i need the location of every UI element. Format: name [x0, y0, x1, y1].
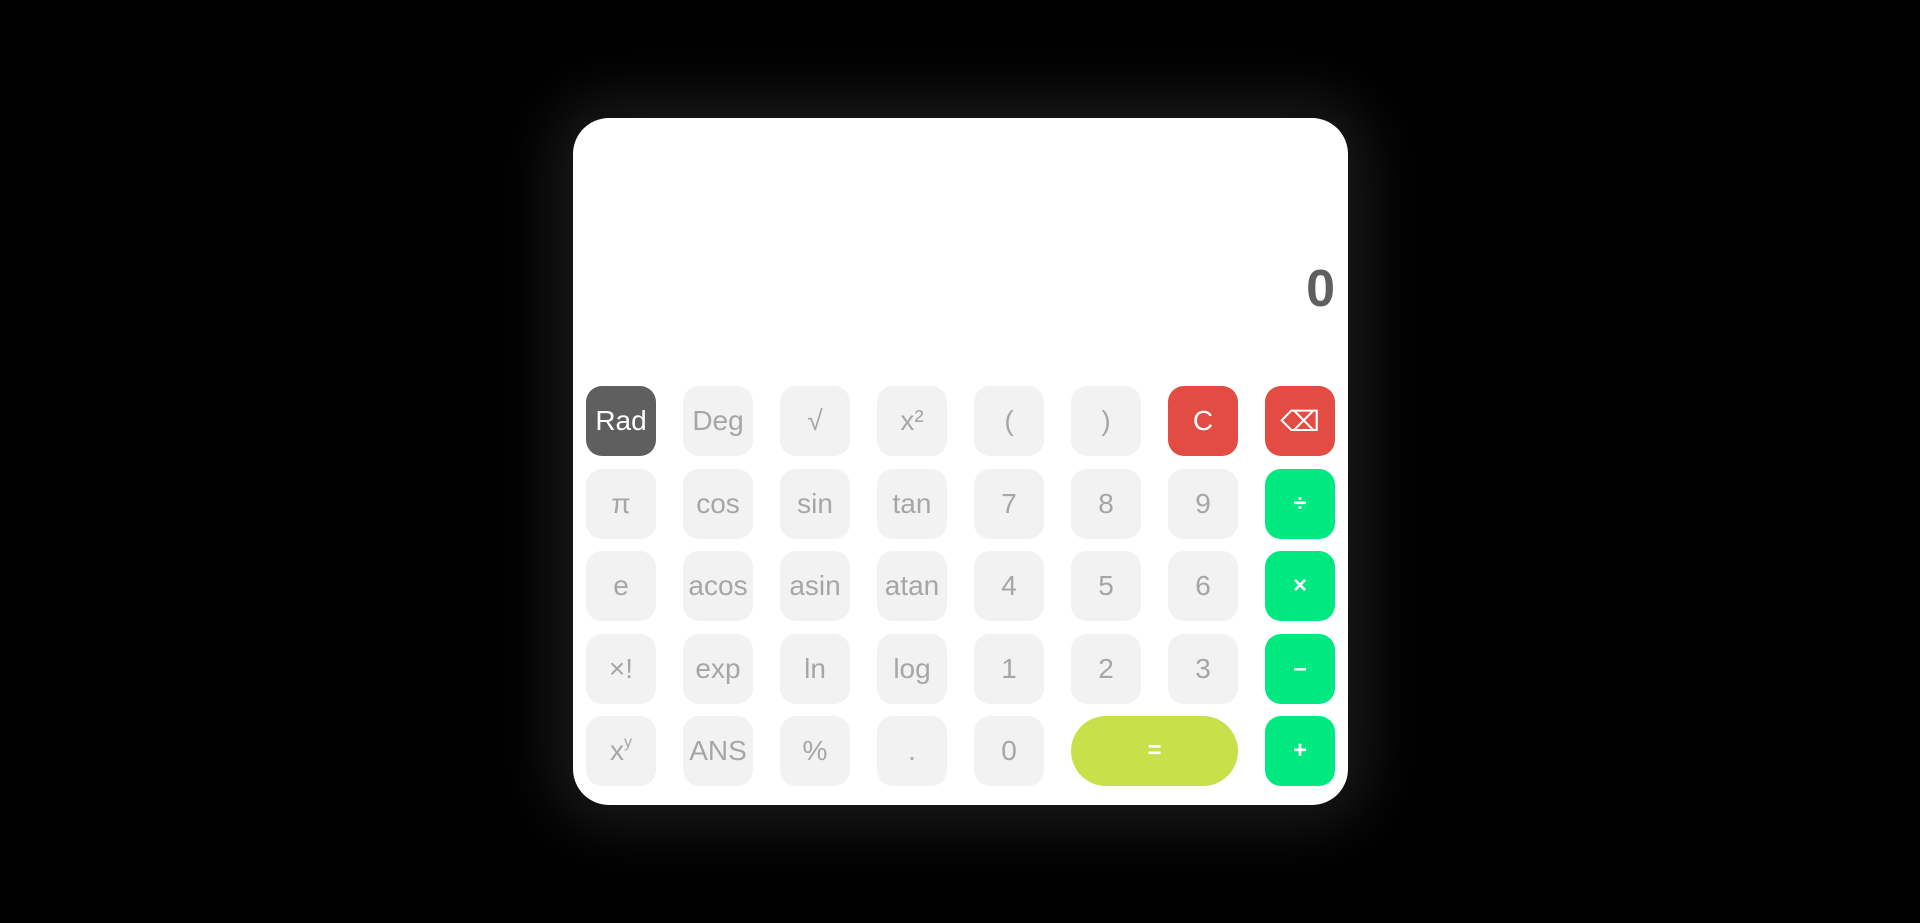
cos-button[interactable]: cos — [683, 468, 753, 539]
deg-button[interactable]: Deg — [683, 386, 753, 456]
calculator: 0 Rad Deg √ x² ( ) C ⌫ π cos sin tan 7 8… — [573, 118, 1348, 805]
backspace-icon: ⌫ — [1280, 405, 1320, 437]
atan-button[interactable]: atan — [877, 551, 947, 621]
rad-button[interactable]: Rad — [586, 386, 656, 456]
power-base-label: x — [610, 735, 624, 766]
pi-button[interactable]: π — [586, 468, 656, 539]
digit-5-button[interactable]: 5 — [1071, 551, 1141, 621]
keypad: Rad Deg √ x² ( ) C ⌫ π cos sin tan 7 8 9… — [586, 386, 1335, 786]
clear-button[interactable]: C — [1168, 386, 1238, 456]
digit-0-button[interactable]: 0 — [974, 716, 1044, 786]
tan-button[interactable]: tan — [877, 468, 947, 539]
digit-9-button[interactable]: 9 — [1168, 468, 1238, 539]
sqrt-button[interactable]: √ — [780, 386, 850, 456]
digit-7-button[interactable]: 7 — [974, 468, 1044, 539]
factorial-button[interactable]: ×! — [586, 633, 656, 704]
log-button[interactable]: log — [877, 633, 947, 704]
e-button[interactable]: e — [586, 551, 656, 621]
acos-button[interactable]: acos — [683, 551, 753, 621]
digit-6-button[interactable]: 6 — [1168, 551, 1238, 621]
display: 0 — [573, 118, 1348, 368]
power-exponent-label: y — [624, 734, 632, 751]
ans-button[interactable]: ANS — [683, 716, 753, 786]
decimal-button[interactable]: . — [877, 716, 947, 786]
right-paren-button[interactable]: ) — [1071, 386, 1141, 456]
equals-button[interactable]: = — [1071, 716, 1238, 786]
ln-button[interactable]: ln — [780, 633, 850, 704]
divide-button[interactable]: ÷ — [1265, 468, 1335, 539]
multiply-button[interactable]: × — [1265, 551, 1335, 621]
digit-3-button[interactable]: 3 — [1168, 633, 1238, 704]
digit-4-button[interactable]: 4 — [974, 551, 1044, 621]
digit-8-button[interactable]: 8 — [1071, 468, 1141, 539]
plus-button[interactable]: + — [1265, 716, 1335, 786]
backspace-button[interactable]: ⌫ — [1265, 386, 1335, 456]
square-button[interactable]: x² — [877, 386, 947, 456]
sin-button[interactable]: sin — [780, 468, 850, 539]
display-value: 0 — [1306, 260, 1335, 318]
digit-2-button[interactable]: 2 — [1071, 633, 1141, 704]
digit-1-button[interactable]: 1 — [974, 633, 1044, 704]
minus-button[interactable]: – — [1265, 633, 1335, 704]
asin-button[interactable]: asin — [780, 551, 850, 621]
left-paren-button[interactable]: ( — [974, 386, 1044, 456]
exp-button[interactable]: exp — [683, 633, 753, 704]
percent-button[interactable]: % — [780, 716, 850, 786]
power-button[interactable]: xy — [586, 716, 656, 786]
